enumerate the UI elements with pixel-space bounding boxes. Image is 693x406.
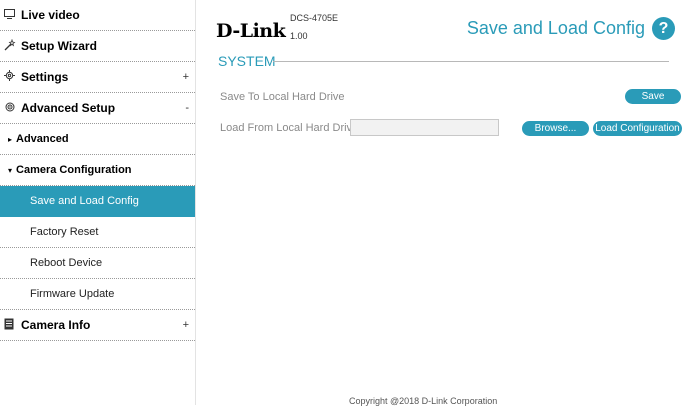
sidebar-item-camera-info[interactable]: Camera Info + — [0, 310, 195, 341]
sidebar-item-factory-reset[interactable]: Factory Reset — [0, 217, 195, 248]
firmware-version: 1.00 — [290, 31, 308, 41]
sidebar-item-label: Factory Reset — [30, 226, 99, 238]
sidebar-item-label: Setup Wizard — [21, 39, 97, 53]
sidebar-item-label: Save and Load Config — [30, 195, 139, 207]
sidebar-item-live-video[interactable]: Live video — [0, 0, 195, 31]
save-label: Save To Local Hard Drive — [220, 91, 345, 103]
model-number: DCS-4705E — [290, 13, 339, 23]
expand-icon[interactable]: + — [183, 319, 189, 331]
sidebar-item-label: Live video — [21, 8, 80, 22]
help-icon[interactable]: ? — [652, 17, 675, 40]
gears-icon — [4, 101, 18, 116]
sidebar-item-advanced[interactable]: ▸ Advanced — [0, 124, 195, 155]
expand-icon[interactable]: + — [183, 71, 189, 83]
section-divider — [273, 61, 669, 62]
save-button[interactable]: Save — [625, 89, 681, 104]
page-title: Save and Load Config — [466, 18, 645, 38]
triangle-right-icon: ▸ — [8, 134, 13, 144]
load-configuration-button[interactable]: Load Configuration — [593, 121, 682, 136]
document-icon — [4, 318, 18, 333]
dlink-logo: D-Link — [216, 20, 286, 42]
sidebar-item-label: Reboot Device — [30, 257, 103, 269]
sidebar-item-camera-configuration[interactable]: ▾ Camera Configuration — [0, 155, 195, 186]
sidebar-item-label: Camera Info — [21, 318, 91, 332]
sidebar-item-advanced-setup[interactable]: Advanced Setup - — [0, 93, 195, 124]
sidebar-item-setup-wizard[interactable]: Setup Wizard — [0, 31, 195, 62]
sidebar-item-label: Advanced Setup — [21, 101, 116, 115]
main-panel: D-Link DCS-4705E 1.00 Save and Load Conf… — [196, 0, 693, 406]
sidebar: Live video Setup Wizard Settings + Advan… — [0, 0, 196, 405]
file-path-field[interactable] — [350, 119, 499, 136]
section-title: SYSTEM — [218, 53, 276, 69]
sidebar-item-save-and-load-config[interactable]: Save and Load Config — [0, 186, 195, 217]
collapse-icon[interactable]: - — [185, 102, 189, 114]
sidebar-item-label: Settings — [21, 70, 69, 84]
gear-icon — [4, 70, 18, 84]
sidebar-item-label: Firmware Update — [30, 288, 115, 300]
sidebar-item-reboot-device[interactable]: Reboot Device — [0, 248, 195, 279]
browse-button[interactable]: Browse... — [522, 121, 589, 136]
sidebar-item-label: Advanced — [16, 133, 69, 145]
load-label: Load From Local Hard Drive — [220, 122, 359, 134]
triangle-down-icon: ▾ — [8, 165, 13, 175]
sidebar-item-firmware-update[interactable]: Firmware Update — [0, 279, 195, 310]
sidebar-item-label: Camera Configuration — [16, 164, 132, 176]
sidebar-item-settings[interactable]: Settings + — [0, 62, 195, 93]
wand-icon — [4, 38, 18, 54]
monitor-icon — [4, 8, 18, 22]
